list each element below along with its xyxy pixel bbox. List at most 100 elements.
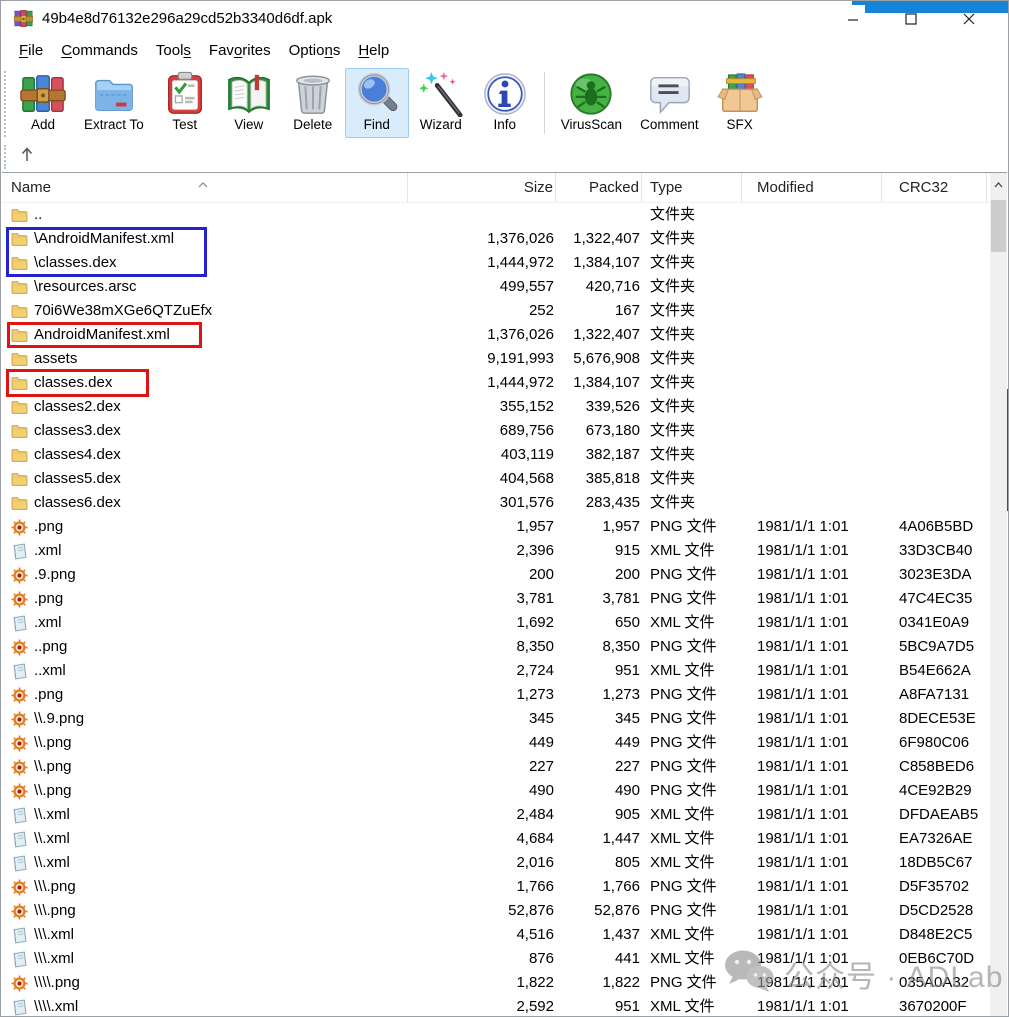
table-row[interactable]: \\.9.png345345PNG 文件1981/1/1 1:018DECE53… — [2, 707, 990, 731]
file-packed: 673,180 — [556, 419, 642, 443]
cell-name: \\\.png — [2, 899, 408, 923]
table-row[interactable]: classes3.dex689,756673,180文件夹 — [2, 419, 990, 443]
column-header-type[interactable]: Type — [642, 173, 742, 202]
virusscan-bug-icon — [568, 71, 614, 117]
table-row[interactable]: \\.xml2,484905XML 文件1981/1/1 1:01DFDAEAB… — [2, 803, 990, 827]
file-name: \\\\.xml — [34, 995, 78, 1016]
table-row[interactable]: classes5.dex404,568385,818文件夹 — [2, 467, 990, 491]
file-modified — [742, 467, 882, 491]
file-packed: 1,437 — [556, 923, 642, 947]
table-row[interactable]: AndroidManifest.xml1,376,0261,322,407文件夹 — [2, 323, 990, 347]
table-row[interactable]: \\.png449449PNG 文件1981/1/1 1:016F980C06 — [2, 731, 990, 755]
file-modified: 1981/1/1 1:01 — [742, 659, 882, 683]
file-size: 1,957 — [408, 515, 556, 539]
table-row[interactable]: \\.xml4,6841,447XML 文件1981/1/1 1:01EA732… — [2, 827, 990, 851]
cell-name: .. — [2, 203, 408, 227]
table-row[interactable]: classes4.dex403,119382,187文件夹 — [2, 443, 990, 467]
table-row[interactable]: classes2.dex355,152339,526文件夹 — [2, 395, 990, 419]
virusscan-button[interactable]: VirusScan — [552, 68, 631, 138]
table-row[interactable]: .xml1,692650XML 文件1981/1/1 1:010341E0A9 — [2, 611, 990, 635]
table-row[interactable]: \\\\.png1,8221,822PNG 文件1981/1/1 1:01035… — [2, 971, 990, 995]
table-row[interactable]: \AndroidManifest.xml1,376,0261,322,407文件… — [2, 227, 990, 251]
scrollbar-thumb[interactable] — [991, 200, 1006, 252]
cell-name: \\\.png — [2, 875, 408, 899]
column-header-modified[interactable]: Modified — [742, 173, 882, 202]
wizard-button[interactable]: Wizard — [409, 68, 473, 138]
table-row[interactable]: classes.dex1,444,9721,384,107文件夹 — [2, 371, 990, 395]
column-header-packed[interactable]: Packed — [556, 173, 642, 202]
table-row[interactable]: .png3,7813,781PNG 文件1981/1/1 1:0147C4EC3… — [2, 587, 990, 611]
extract-to-button[interactable]: Extract To — [75, 68, 153, 138]
up-one-level-icon[interactable] — [19, 145, 35, 169]
menu-tools[interactable]: Tools — [147, 39, 200, 62]
sfx-button[interactable]: SFX — [708, 68, 772, 138]
png-icon — [11, 879, 28, 896]
info-button[interactable]: Info — [473, 68, 537, 138]
column-header-crc32[interactable]: CRC32 — [882, 173, 987, 202]
vertical-scrollbar[interactable] — [990, 173, 1007, 1016]
menu-options[interactable]: Options — [280, 39, 350, 62]
view-button[interactable]: View — [217, 68, 281, 138]
file-packed: 915 — [556, 539, 642, 563]
table-row[interactable]: \\\.png1,7661,766PNG 文件1981/1/1 1:01D5F3… — [2, 875, 990, 899]
xml-icon — [11, 615, 28, 632]
table-row[interactable]: \classes.dex1,444,9721,384,107文件夹 — [2, 251, 990, 275]
sort-ascending-icon — [198, 175, 208, 193]
table-row[interactable]: \\\.xml876441XML 文件1981/1/1 1:010EB6C70D — [2, 947, 990, 971]
delete-button[interactable]: Delete — [281, 68, 345, 138]
table-row[interactable]: \resources.arsc499,557420,716文件夹 — [2, 275, 990, 299]
table-row[interactable]: \\\.xml4,5161,437XML 文件1981/1/1 1:01D848… — [2, 923, 990, 947]
close-button[interactable] — [940, 1, 998, 36]
file-crc32: 0EB6C70D — [882, 947, 987, 971]
menu-commands[interactable]: Commands — [52, 39, 147, 62]
file-crc32 — [882, 371, 987, 395]
table-row[interactable]: \\.png227227PNG 文件1981/1/1 1:01C858BED6 — [2, 755, 990, 779]
test-button[interactable]: Test — [153, 68, 217, 138]
table-row[interactable]: assets9,191,9935,676,908文件夹 — [2, 347, 990, 371]
find-button[interactable]: Find — [345, 68, 409, 138]
menu-favorites[interactable]: Favorites — [200, 39, 280, 62]
cell-name: \\\\.png — [2, 971, 408, 995]
table-row[interactable]: .png1,9571,957PNG 文件1981/1/1 1:014A06B5B… — [2, 515, 990, 539]
cell-name: \resources.arsc — [2, 275, 408, 299]
cell-name: 70i6We38mXGe6QTZuEfx — [2, 299, 408, 323]
table-row[interactable]: \\\\.xml2,592951XML 文件1981/1/1 1:0136702… — [2, 995, 990, 1016]
table-row[interactable]: classes6.dex301,576283,435文件夹 — [2, 491, 990, 515]
file-name: \\\.png — [34, 875, 76, 899]
menu-help[interactable]: Help — [349, 39, 398, 62]
file-packed: 951 — [556, 995, 642, 1016]
table-row[interactable]: .xml2,396915XML 文件1981/1/1 1:0133D3CB40 — [2, 539, 990, 563]
png-icon — [11, 591, 28, 608]
minimize-button[interactable] — [824, 1, 882, 36]
table-row[interactable]: \\\.png52,87652,876PNG 文件1981/1/1 1:01D5… — [2, 899, 990, 923]
file-type: XML 文件 — [642, 923, 742, 947]
table-row[interactable]: ..文件夹 — [2, 203, 990, 227]
scrollbar-up-icon[interactable] — [990, 173, 1007, 196]
column-header-size[interactable]: Size — [408, 173, 556, 202]
file-size: 52,876 — [408, 899, 556, 923]
file-crc32 — [882, 347, 987, 371]
table-row[interactable]: ..png8,3508,350PNG 文件1981/1/1 1:015BC9A7… — [2, 635, 990, 659]
menu-file[interactable]: File — [10, 39, 52, 62]
file-name: \\.png — [34, 755, 72, 779]
file-packed: 1,766 — [556, 875, 642, 899]
comment-button[interactable]: Comment — [631, 68, 708, 138]
file-name: classes4.dex — [34, 443, 121, 467]
sfx-box-icon — [717, 71, 763, 117]
cell-name: \\\.xml — [2, 947, 408, 971]
cell-name: classes2.dex — [2, 395, 408, 419]
add-button[interactable]: Add — [11, 68, 75, 138]
address-bar[interactable] — [1, 142, 1008, 172]
table-row[interactable]: ..xml2,724951XML 文件1981/1/1 1:01B54E662A — [2, 659, 990, 683]
window-title: 49b4e8d76132e296a29cd52b3340d6df.apk — [42, 10, 332, 27]
table-row[interactable]: 70i6We38mXGe6QTZuEfx252167文件夹 — [2, 299, 990, 323]
file-crc32 — [882, 227, 987, 251]
file-size: 2,396 — [408, 539, 556, 563]
table-row[interactable]: \\.png490490PNG 文件1981/1/1 1:014CE92B29 — [2, 779, 990, 803]
table-row[interactable]: .9.png200200PNG 文件1981/1/1 1:013023E3DA — [2, 563, 990, 587]
table-row[interactable]: .png1,2731,273PNG 文件1981/1/1 1:01A8FA713… — [2, 683, 990, 707]
maximize-button[interactable] — [882, 1, 940, 36]
file-name: .xml — [34, 539, 62, 563]
table-row[interactable]: \\.xml2,016805XML 文件1981/1/1 1:0118DB5C6… — [2, 851, 990, 875]
file-packed: 1,384,107 — [556, 371, 642, 395]
